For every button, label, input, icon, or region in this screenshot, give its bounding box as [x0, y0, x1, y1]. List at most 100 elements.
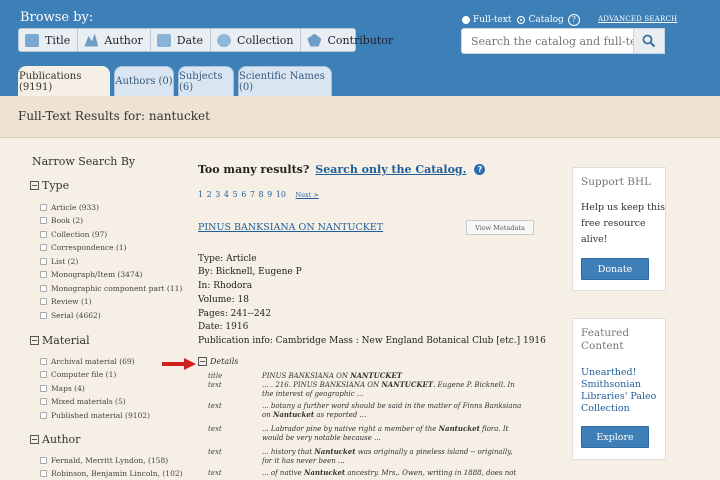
tab-scientific-names[interactable]: Scientific Names (0): [238, 66, 332, 96]
narrow-search-title: Narrow Search By: [32, 155, 136, 168]
facet-type-toggle[interactable]: Type: [30, 179, 69, 192]
facet-item[interactable]: Maps (4): [40, 384, 85, 393]
facet-label: Mixed materials (5): [51, 397, 126, 406]
facet-item[interactable]: Monographic component part (11): [40, 284, 182, 293]
page-link[interactable]: 5: [233, 190, 238, 199]
featured-link-line[interactable]: Smithsonian: [581, 379, 641, 391]
facet-item[interactable]: Fernald, Merritt Lyndon, (158): [40, 456, 168, 465]
search-mode-options: Full-text Catalog ?: [462, 14, 580, 26]
book-icon: [25, 33, 39, 47]
checkbox[interactable]: [40, 258, 47, 265]
checkbox[interactable]: [40, 398, 47, 405]
page-link[interactable]: 6: [241, 190, 246, 199]
tab-publications[interactable]: Publications (9191): [18, 66, 110, 96]
page-link[interactable]: 1: [198, 190, 203, 199]
facet-item[interactable]: Review (1): [40, 297, 92, 306]
checkbox[interactable]: [40, 371, 47, 378]
facet-label: Maps (4): [51, 384, 85, 393]
collection-icon: [217, 33, 232, 47]
checkbox[interactable]: [40, 204, 47, 211]
checkbox[interactable]: [40, 457, 47, 464]
fulltext-radio[interactable]: [462, 16, 470, 24]
detail-text: ... history that Nantucket was originall…: [262, 447, 513, 465]
page-link[interactable]: 9: [267, 190, 272, 199]
facet-item[interactable]: Published material (9102): [40, 411, 150, 420]
detail-label: text: [208, 469, 222, 477]
catalog-radio[interactable]: [517, 16, 526, 24]
browse-date-button[interactable]: Date: [151, 29, 212, 51]
featured-link-line[interactable]: Unearthed!: [581, 367, 636, 379]
facet-label: Correspondence (1): [51, 243, 127, 252]
browse-contributor-button[interactable]: Contributor: [301, 29, 400, 51]
facet-label: Book (2): [51, 216, 84, 225]
help-icon[interactable]: ?: [567, 14, 580, 26]
browse-collection-button[interactable]: Collection: [211, 29, 302, 51]
browse-title-button[interactable]: Title: [19, 29, 79, 51]
checkbox[interactable]: [40, 358, 47, 365]
browse-author-button[interactable]: Author: [78, 29, 151, 51]
facet-type-label: Type: [42, 179, 70, 192]
facet-author-label: Author: [42, 433, 81, 446]
checkbox[interactable]: [40, 412, 47, 419]
result-author: By: Bicknell, Eugene P: [198, 267, 302, 277]
detail-label: text: [208, 448, 222, 456]
pagination: 1 2 3 4 5 6 7 8 9 10 Next >: [198, 190, 320, 199]
facet-material-toggle[interactable]: Material: [30, 334, 90, 347]
page-link[interactable]: 2: [207, 190, 212, 199]
donate-button[interactable]: Donate: [581, 258, 649, 280]
page-link[interactable]: 4: [224, 190, 229, 199]
result-title-link[interactable]: PINUS BANKSIANA ON NANTUCKET: [198, 222, 383, 233]
checkbox[interactable]: [40, 285, 47, 292]
view-metadata-button[interactable]: View Metadata: [466, 220, 534, 235]
checkbox[interactable]: [40, 385, 47, 392]
facet-item[interactable]: Robinson, Benjamin Lincoln, (102): [40, 469, 183, 478]
search-button[interactable]: [633, 28, 665, 54]
result-pages: Pages: 241--242: [198, 309, 272, 319]
results-title: Full-Text Results for: nantucket: [18, 109, 210, 123]
details-toggle[interactable]: Details: [198, 357, 238, 366]
question-icon[interactable]: ?: [474, 164, 486, 175]
featured-link-line[interactable]: Collection: [581, 403, 630, 415]
checkbox[interactable]: [40, 244, 47, 251]
facet-item[interactable]: Correspondence (1): [40, 243, 127, 252]
detail-text: ... of native Nantucket ancestry. Mrs,. …: [262, 468, 517, 477]
details-label: Details: [210, 357, 239, 366]
page-link[interactable]: 10: [276, 190, 286, 199]
browse-collection-label: Collection: [237, 33, 294, 47]
page-link[interactable]: 8: [258, 190, 263, 199]
facet-item[interactable]: Serial (4662): [40, 311, 101, 320]
calendar-icon: [156, 33, 171, 47]
checkbox[interactable]: [40, 231, 47, 238]
tab-subjects[interactable]: Subjects (6): [178, 66, 234, 96]
facet-item[interactable]: Monograph/Item (3474): [40, 270, 142, 279]
checkbox[interactable]: [40, 470, 47, 477]
browse-contributor-label: Contributor: [327, 33, 394, 47]
detail-text: ... Labrador pine by native right a memb…: [262, 424, 509, 442]
facet-item[interactable]: Archival material (69): [40, 357, 135, 366]
facet-item[interactable]: Article (933): [40, 203, 99, 212]
checkbox[interactable]: [40, 312, 47, 319]
facet-item[interactable]: Computer file (1): [40, 370, 116, 379]
page-link[interactable]: 7: [250, 190, 255, 199]
too-many-text: Too many results?: [198, 163, 310, 176]
facet-label: List (2): [51, 257, 79, 266]
checkbox[interactable]: [40, 217, 47, 224]
facet-label: Published material (9102): [51, 411, 150, 420]
page-link[interactable]: 3: [215, 190, 220, 199]
facet-item[interactable]: List (2): [40, 257, 78, 266]
checkbox[interactable]: [40, 271, 47, 278]
facet-item[interactable]: Collection (97): [40, 230, 107, 239]
facet-item[interactable]: Book (2): [40, 216, 83, 225]
explore-button[interactable]: Explore: [581, 426, 649, 448]
next-page-link[interactable]: Next >: [296, 191, 319, 199]
facet-label: Article (933): [51, 203, 100, 212]
tab-authors[interactable]: Authors (0): [114, 66, 174, 96]
facet-label: Fernald, Merritt Lyndon, (158): [51, 456, 169, 465]
search-catalog-link[interactable]: Search only the Catalog.: [315, 163, 466, 176]
featured-link-line[interactable]: Libraries' Paleo: [581, 391, 656, 403]
facet-item[interactable]: Mixed materials (5): [40, 397, 126, 406]
checkbox[interactable]: [40, 298, 47, 305]
detail-text: ... . 216. PINUS BANKSIANA ON NANTUCKET.…: [262, 380, 515, 398]
advanced-search-link[interactable]: ADVANCED SEARCH: [598, 15, 677, 23]
facet-author-toggle[interactable]: Author: [30, 433, 80, 446]
